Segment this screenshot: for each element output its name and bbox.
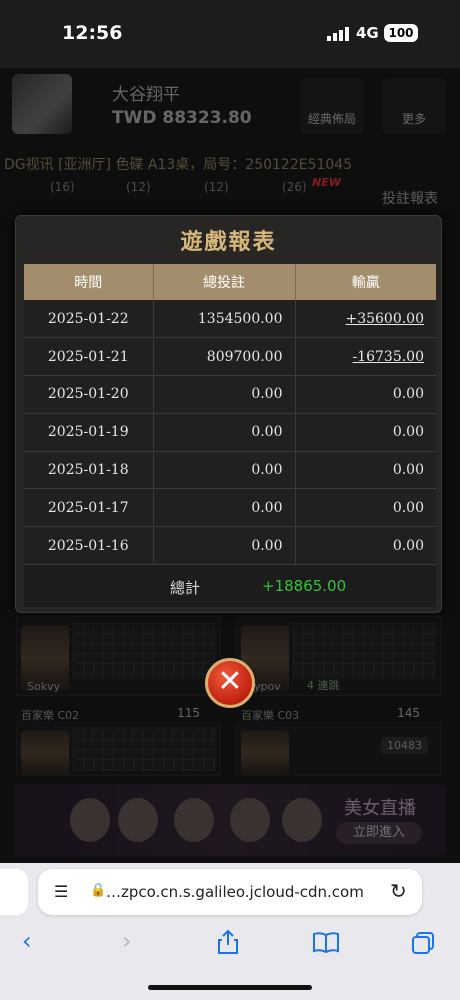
status-bar: 12:56 4G 100 xyxy=(0,0,460,68)
date-cell: 2025-01-17 xyxy=(24,488,154,528)
win-loss-link[interactable]: +35600.00 xyxy=(295,300,436,339)
bet-cell: 0.00 xyxy=(153,375,296,414)
win-loss-cell: 0.00 xyxy=(295,451,436,490)
address-bar[interactable]: ☰ 🔒 …zpco.cn.s.galileo.jcloud-cdn.com ↻ xyxy=(38,869,422,915)
browser-toolbar: ☰ 🔒 …zpco.cn.s.galileo.jcloud-cdn.com ↻ … xyxy=(0,863,460,1000)
date-cell: 2025-01-18 xyxy=(24,451,154,490)
date-cell: 2025-01-19 xyxy=(24,413,154,452)
tabs-overview-icon[interactable]: ☰ xyxy=(54,882,68,901)
forward-icon: › xyxy=(122,927,132,955)
date-cell: 2025-01-21 xyxy=(24,337,154,377)
table-row: 2025-01-17 0.00 0.00 xyxy=(24,488,436,528)
table-row: 2025-01-19 0.00 0.00 xyxy=(24,413,436,452)
table-row: 2025-01-18 0.00 0.00 xyxy=(24,451,436,490)
win-loss-cell: 0.00 xyxy=(295,413,436,452)
game-report-modal: 遊戲報表 時間 總投註 輸贏 2025-01-22 1354500.00 +35… xyxy=(15,215,442,613)
table-row: 2025-01-16 0.00 0.00 xyxy=(24,526,436,566)
bet-cell: 0.00 xyxy=(153,526,296,566)
modal-title: 遊戲報表 xyxy=(180,230,277,255)
network-type: 4G xyxy=(356,24,379,42)
signal-icon xyxy=(327,27,349,41)
total-label: 總計 xyxy=(170,579,201,597)
column-header-win-loss: 輸贏 xyxy=(295,264,436,300)
status-time: 12:56 xyxy=(62,22,123,44)
url-text[interactable]: …zpco.cn.s.galileo.jcloud-cdn.com xyxy=(106,883,364,901)
bet-cell: 0.00 xyxy=(153,488,296,528)
win-loss-cell: 0.00 xyxy=(295,375,436,414)
tabs-icon[interactable] xyxy=(410,931,436,955)
table-row: 2025-01-20 0.00 0.00 xyxy=(24,375,436,414)
previous-tab-preview[interactable] xyxy=(0,869,28,915)
close-icon[interactable]: ✕ xyxy=(205,658,255,708)
lock-icon: 🔒 xyxy=(90,883,107,898)
win-loss-cell: 0.00 xyxy=(295,526,436,566)
back-icon[interactable]: ‹ xyxy=(22,927,32,955)
battery-icon: 100 xyxy=(384,24,418,42)
total-value: +18865.00 xyxy=(262,577,347,595)
reload-icon[interactable]: ↻ xyxy=(390,879,407,903)
date-cell: 2025-01-16 xyxy=(24,526,154,566)
bet-cell: 809700.00 xyxy=(153,337,296,377)
table-row: 2025-01-21 809700.00 -16735.00 xyxy=(24,337,436,377)
total-row: 總計 +18865.00 xyxy=(24,565,436,607)
home-indicator xyxy=(148,985,312,990)
win-loss-cell: 0.00 xyxy=(295,488,436,528)
bookmarks-icon[interactable] xyxy=(312,931,340,953)
column-header-date: 時間 xyxy=(24,264,154,300)
bet-cell: 0.00 xyxy=(153,451,296,490)
date-cell: 2025-01-22 xyxy=(24,300,154,339)
report-table: 時間 總投註 輸贏 2025-01-22 1354500.00 +35600.0… xyxy=(24,264,436,566)
table-row: 2025-01-22 1354500.00 +35600.00 xyxy=(24,300,436,339)
column-header-total-bet: 總投註 xyxy=(153,264,296,300)
bet-cell: 0.00 xyxy=(153,413,296,452)
win-loss-link[interactable]: -16735.00 xyxy=(295,337,436,377)
share-icon[interactable] xyxy=(216,929,240,955)
bet-cell: 1354500.00 xyxy=(153,300,296,339)
date-cell: 2025-01-20 xyxy=(24,375,154,414)
